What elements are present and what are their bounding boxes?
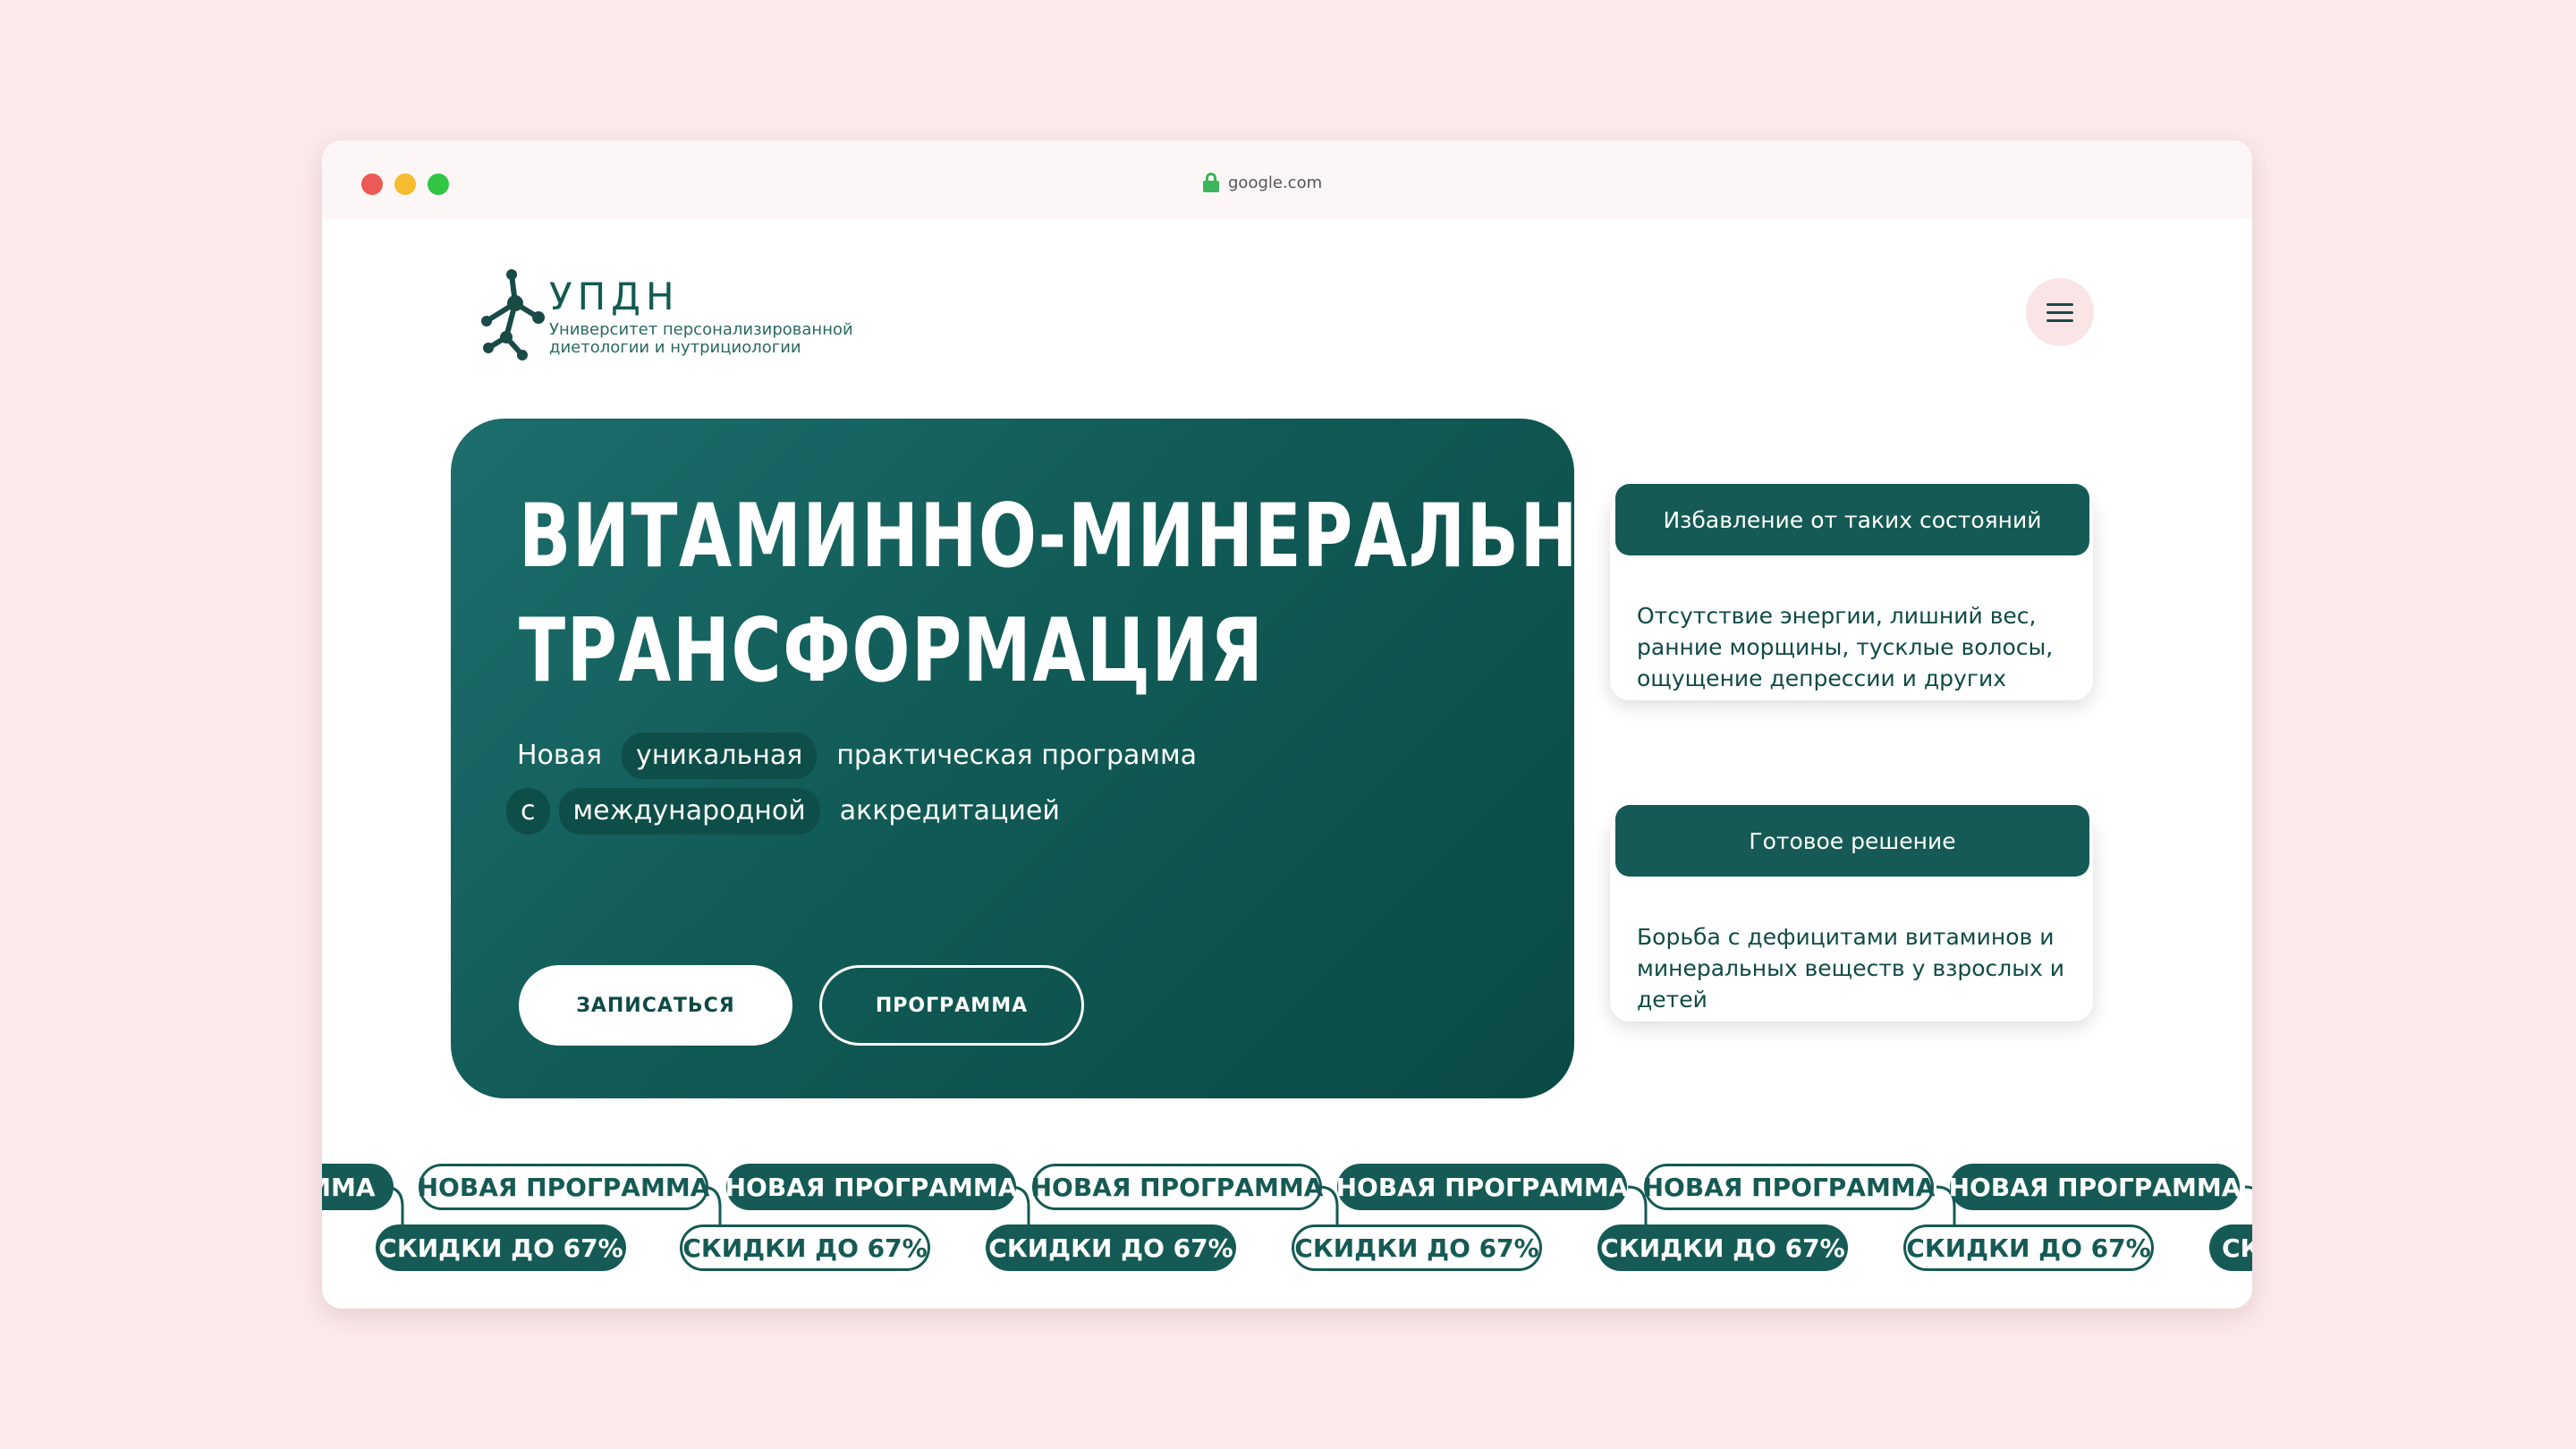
ticker-discount: СКИДКИ ДО 67%	[1292, 1224, 1542, 1271]
solution-card: Готовое решение Борьба с дефицитами вита…	[1610, 805, 2093, 1021]
logo-subtitle: Университет персонализированной диетолог…	[549, 320, 853, 357]
card-header: Готовое решение	[1615, 805, 2089, 877]
ticker-discount: СК	[2209, 1224, 2252, 1271]
site-logo[interactable]: УПДН Университет персонализированной дие…	[476, 266, 869, 364]
url-text: google.com	[1228, 173, 1323, 192]
ticker-discount: СКИДКИ ДО 67%	[680, 1224, 930, 1271]
promo-ticker: АММА НОВАЯ ПРОГРАММА НОВАЯ ПРОГРАММА НОВ…	[322, 1162, 2252, 1309]
benefits-card: Избавление от таких состояний Отсутствие…	[1610, 484, 2093, 700]
card-text: Борьба с дефицитами витаминов и минераль…	[1637, 924, 2064, 1013]
program-button[interactable]: ПРОГРАММА	[819, 965, 1084, 1046]
card-text: Отсутствие энергии, лишний вес, ранние м…	[1637, 603, 2054, 691]
close-window-button[interactable]	[361, 174, 383, 195]
ticker-new-program: НОВАЯ ПРОГРАММА	[418, 1164, 709, 1210]
ticker-new-program: АММА	[322, 1164, 394, 1210]
ticker-discount: СКИДКИ ДО 67%	[1597, 1224, 1848, 1271]
ticker-discount: СКИДКИ ДО 67%	[986, 1224, 1236, 1271]
ticker-new-program: НОВАЯ ПРОГРАММА	[725, 1164, 1017, 1210]
ticker-new-program: НОВАЯ ПРОГРАММА	[1031, 1164, 1323, 1210]
logo-title: УПДН	[549, 275, 680, 318]
hamburger-menu-button[interactable]	[2026, 278, 2094, 346]
browser-window: google.com УПДН Университет персонализир…	[322, 140, 2252, 1309]
card-header: Избавление от таких состояний	[1615, 484, 2089, 555]
ticker-new-program: НОВАЯ ПРОГРАММА	[1643, 1164, 1935, 1210]
lock-icon	[1203, 173, 1219, 192]
address-bar[interactable]: google.com	[1203, 167, 1322, 198]
enroll-button[interactable]: ЗАПИСАТЬСЯ	[519, 965, 792, 1046]
highlight-pill: международной	[558, 788, 820, 835]
ticker-new-program: НОВАЯ ПРОГРАММА	[1949, 1164, 2241, 1210]
highlight-pill: с	[506, 788, 550, 835]
highlight-pill: уникальная	[622, 733, 818, 779]
ticker-new-program: НОВАЯ ПРОГРАММА	[1336, 1164, 1628, 1210]
molecule-logo-icon	[481, 269, 545, 360]
menu-icon	[2046, 302, 2073, 306]
hero-banner: ВИТАМИННО-МИНЕРАЛЬНАЯ ТРАНСФОРМАЦИЯ Нова…	[451, 419, 1688, 1098]
maximize-window-button[interactable]	[428, 174, 449, 195]
hero-title: ВИТАМИННО-МИНЕРАЛЬНАЯ ТРАНСФОРМАЦИЯ	[519, 486, 1688, 702]
minimize-window-button[interactable]	[394, 174, 416, 195]
ticker-discount: СКИДКИ ДО 67%	[1903, 1224, 2154, 1271]
hero-subtitle: Новая уникальная практическая программа …	[506, 728, 1311, 839]
browser-titlebar: google.com	[322, 140, 2252, 219]
ticker-discount: СКИДКИ ДО 67%	[376, 1224, 626, 1271]
